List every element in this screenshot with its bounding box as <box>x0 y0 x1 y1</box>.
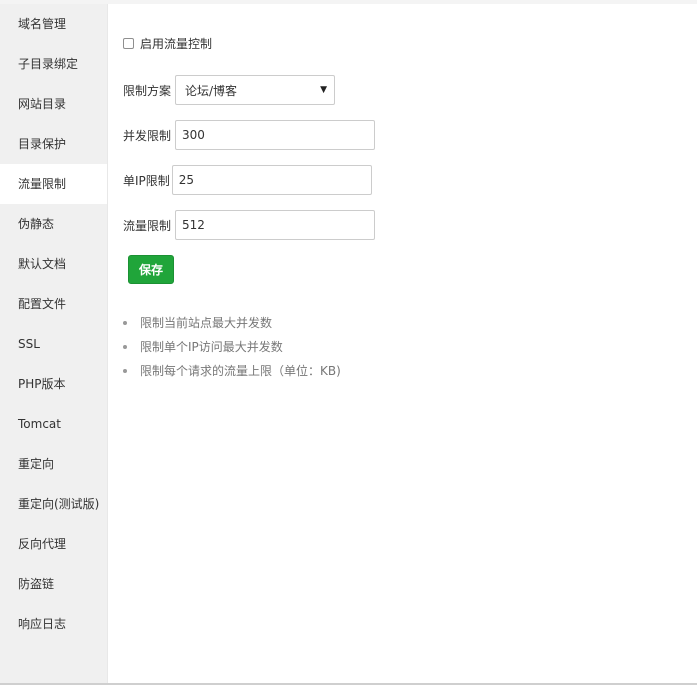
traffic-row: 流量限制 <box>123 210 376 240</box>
scheme-select[interactable]: 论坛/博客 ▼ <box>175 75 336 105</box>
sidebar-item-rewrite[interactable]: 伪静态 <box>0 204 107 244</box>
scheme-select-value: 论坛/博客 <box>185 83 238 98</box>
sidebar-item-hotlink-protection[interactable]: 防盗链 <box>0 564 107 604</box>
enable-traffic-control-checkbox[interactable] <box>123 38 134 49</box>
sidebar-item-tomcat[interactable]: Tomcat <box>0 404 107 444</box>
bullet-icon <box>123 345 127 349</box>
sidebar-item-php-version[interactable]: PHP版本 <box>0 364 107 404</box>
bullet-icon <box>123 321 127 325</box>
chevron-down-icon: ▼ <box>320 85 328 95</box>
concurrent-input[interactable] <box>175 120 376 150</box>
sidebar-item-default-document[interactable]: 默认文档 <box>0 244 107 284</box>
tip-item: 限制每个请求的流量上限（单位：KB) <box>123 359 341 383</box>
scheme-row: 限制方案 论坛/博客 ▼ <box>123 75 336 105</box>
per-ip-label: 单IP限制 <box>123 173 170 188</box>
sidebar-item-reverse-proxy[interactable]: 反向代理 <box>0 524 107 564</box>
sidebar-item-redirect-beta[interactable]: 重定向(测试版) <box>0 484 107 524</box>
sidebar-item-domain-management[interactable]: 域名管理 <box>0 4 107 44</box>
tip-item: 限制当前站点最大并发数 <box>123 311 341 335</box>
tips-list: 限制当前站点最大并发数 限制单个IP访问最大并发数 限制每个请求的流量上限（单位… <box>123 311 341 383</box>
bullet-icon <box>123 369 127 373</box>
traffic-input[interactable] <box>175 210 376 240</box>
concurrent-row: 并发限制 <box>123 120 376 150</box>
per-ip-row: 单IP限制 <box>123 165 372 195</box>
sidebar-item-site-directory[interactable]: 网站目录 <box>0 84 107 124</box>
sidebar-item-response-log[interactable]: 响应日志 <box>0 604 107 644</box>
sidebar: 域名管理 子目录绑定 网站目录 目录保护 流量限制 伪静态 默认文档 配置文件 … <box>0 4 108 683</box>
concurrent-label: 并发限制 <box>123 128 172 143</box>
tip-text: 限制每个请求的流量上限（单位：KB) <box>140 364 341 378</box>
tip-text: 限制单个IP访问最大并发数 <box>140 340 283 354</box>
per-ip-input[interactable] <box>171 165 372 195</box>
traffic-label: 流量限制 <box>123 218 172 233</box>
tip-text: 限制当前站点最大并发数 <box>140 316 273 330</box>
tip-item: 限制单个IP访问最大并发数 <box>123 335 341 359</box>
enable-traffic-control-row: 启用流量控制 <box>123 35 212 52</box>
sidebar-item-subdirectory-binding[interactable]: 子目录绑定 <box>0 44 107 84</box>
enable-traffic-control-label[interactable]: 启用流量控制 <box>140 35 212 52</box>
sidebar-item-redirect[interactable]: 重定向 <box>0 444 107 484</box>
sidebar-item-ssl[interactable]: SSL <box>0 324 107 364</box>
save-button[interactable]: 保存 <box>128 255 174 284</box>
sidebar-item-directory-protection[interactable]: 目录保护 <box>0 124 107 164</box>
main-panel: 启用流量控制 限制方案 论坛/博客 ▼ 并发限制 单IP限制 流量限制 保存 限… <box>108 4 697 683</box>
scheme-label: 限制方案 <box>123 83 172 98</box>
sidebar-item-traffic-limit[interactable]: 流量限制 <box>0 164 107 204</box>
sidebar-item-config-file[interactable]: 配置文件 <box>0 284 107 324</box>
